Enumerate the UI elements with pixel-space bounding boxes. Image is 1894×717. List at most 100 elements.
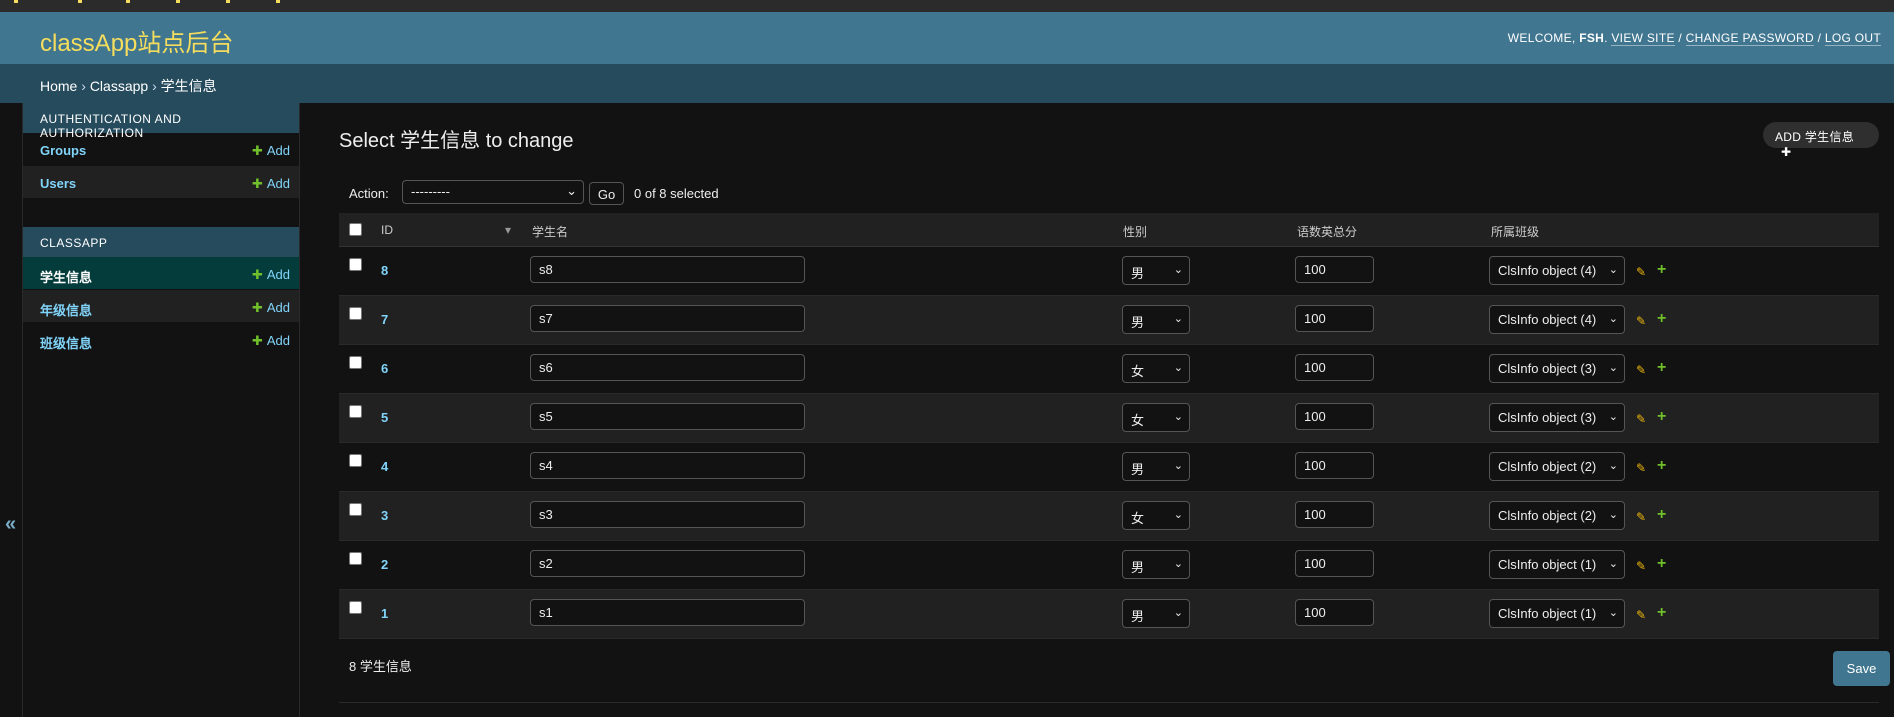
sidebar-item-grades[interactable]: 年级信息 ✚ Add bbox=[23, 290, 299, 323]
log-out-link[interactable]: LOG OUT bbox=[1824, 31, 1881, 46]
plus-icon[interactable]: + bbox=[1657, 555, 1666, 573]
class-select[interactable]: ClsInfo object (2) ⌄ bbox=[1489, 501, 1625, 530]
row-id-link[interactable]: 2 bbox=[381, 557, 388, 572]
student-name-input[interactable]: s7 bbox=[530, 305, 805, 332]
student-name-input[interactable]: s3 bbox=[530, 501, 805, 528]
plus-icon[interactable]: + bbox=[1657, 359, 1666, 377]
score-input[interactable]: 100 bbox=[1295, 550, 1374, 577]
score-input[interactable]: 100 bbox=[1295, 354, 1374, 381]
sidebar-item-students[interactable]: 学生信息 ✚ Add bbox=[23, 257, 299, 290]
sidebar-item-label[interactable]: 学生信息 bbox=[40, 267, 92, 289]
row-checkbox[interactable] bbox=[349, 307, 362, 320]
save-button[interactable]: Save bbox=[1833, 651, 1890, 686]
sidebar-item-label[interactable]: Users bbox=[40, 176, 76, 198]
dropdown-chevron-icon: ⌄ bbox=[1608, 509, 1618, 521]
score-input[interactable]: 100 bbox=[1295, 305, 1374, 332]
plus-icon[interactable]: + bbox=[1657, 408, 1666, 426]
class-select[interactable]: ClsInfo object (2) ⌄ bbox=[1489, 452, 1625, 481]
score-input[interactable]: 100 bbox=[1295, 501, 1374, 528]
row-checkbox[interactable] bbox=[349, 356, 362, 369]
class-select[interactable]: ClsInfo object (4) ⌄ bbox=[1489, 305, 1625, 334]
score-input[interactable]: 100 bbox=[1295, 599, 1374, 626]
class-select[interactable]: ClsInfo object (3) ⌄ bbox=[1489, 354, 1625, 383]
sidebar-item-users[interactable]: Users ✚ Add bbox=[23, 166, 299, 199]
plus-icon[interactable]: + bbox=[1657, 457, 1666, 475]
chevron-double-left-icon[interactable]: « bbox=[5, 513, 16, 536]
plus-icon[interactable]: + bbox=[1657, 506, 1666, 524]
row-id-link[interactable]: 4 bbox=[381, 459, 388, 474]
row-checkbox[interactable] bbox=[349, 258, 362, 271]
column-header-id[interactable]: ID bbox=[381, 223, 393, 237]
add-student-button[interactable]: ADD 学生信息✚ bbox=[1763, 122, 1879, 159]
student-name-input[interactable]: s6 bbox=[530, 354, 805, 381]
row-id-link[interactable]: 6 bbox=[381, 361, 388, 376]
add-grade-link[interactable]: ✚ Add bbox=[252, 300, 290, 322]
gender-select[interactable]: 女 ⌄ bbox=[1122, 403, 1190, 432]
pencil-icon[interactable]: ✎ bbox=[1636, 363, 1646, 377]
class-select[interactable]: ClsInfo object (1) ⌄ bbox=[1489, 599, 1625, 628]
table-row: 2 s2 男 ⌄ 100 ClsInfo object (1) ⌄ ✎ + bbox=[339, 541, 1879, 590]
add-student-link[interactable]: ✚ Add bbox=[252, 267, 290, 289]
action-select[interactable]: --------- ⌄ bbox=[402, 180, 584, 204]
breadcrumb-home[interactable]: Home bbox=[40, 78, 77, 94]
gender-select[interactable]: 男 ⌄ bbox=[1122, 550, 1190, 579]
pencil-icon[interactable]: ✎ bbox=[1636, 510, 1646, 524]
dropdown-chevron-icon: ⌄ bbox=[1608, 607, 1618, 619]
sidebar-item-label[interactable]: 年级信息 bbox=[40, 300, 92, 322]
select-all-checkbox[interactable] bbox=[349, 223, 362, 236]
breadcrumb-app[interactable]: Classapp bbox=[90, 78, 148, 94]
sort-arrow-icon[interactable]: ▾ bbox=[505, 223, 511, 237]
row-id-link[interactable]: 1 bbox=[381, 606, 388, 621]
class-select[interactable]: ClsInfo object (3) ⌄ bbox=[1489, 403, 1625, 432]
change-password-link[interactable]: CHANGE PASSWORD bbox=[1685, 31, 1814, 46]
plus-icon[interactable]: + bbox=[1657, 261, 1666, 279]
pencil-icon[interactable]: ✎ bbox=[1636, 265, 1646, 279]
row-checkbox[interactable] bbox=[349, 503, 362, 516]
pencil-icon[interactable]: ✎ bbox=[1636, 314, 1646, 328]
row-checkbox[interactable] bbox=[349, 405, 362, 418]
pencil-icon[interactable]: ✎ bbox=[1636, 412, 1646, 426]
score-input[interactable]: 100 bbox=[1295, 403, 1374, 430]
row-checkbox[interactable] bbox=[349, 552, 362, 565]
gender-select[interactable]: 男 ⌄ bbox=[1122, 599, 1190, 628]
gender-select[interactable]: 男 ⌄ bbox=[1122, 305, 1190, 334]
toggle-nav-sidebar[interactable]: « bbox=[0, 103, 23, 717]
class-select[interactable]: ClsInfo object (1) ⌄ bbox=[1489, 550, 1625, 579]
plus-icon[interactable]: + bbox=[1657, 604, 1666, 622]
module-caption-classapp[interactable]: Classapp bbox=[23, 227, 299, 257]
go-button[interactable]: Go bbox=[589, 182, 624, 205]
student-name-input[interactable]: s5 bbox=[530, 403, 805, 430]
pencil-icon[interactable]: ✎ bbox=[1636, 461, 1646, 475]
score-input[interactable]: 100 bbox=[1295, 256, 1374, 283]
user-tools: WELCOME, FSH. VIEW SITE / CHANGE PASSWOR… bbox=[1507, 31, 1881, 46]
row-checkbox[interactable] bbox=[349, 601, 362, 614]
add-users-link[interactable]: ✚ Add bbox=[252, 176, 290, 198]
plus-icon[interactable]: + bbox=[1657, 310, 1666, 328]
row-id-link[interactable]: 7 bbox=[381, 312, 388, 327]
sidebar-item-classes[interactable]: 班级信息 ✚ Add bbox=[23, 323, 299, 356]
gender-select[interactable]: 女 ⌄ bbox=[1122, 354, 1190, 383]
row-id-link[interactable]: 5 bbox=[381, 410, 388, 425]
sidebar-item-label[interactable]: 班级信息 bbox=[40, 333, 92, 355]
class-select[interactable]: ClsInfo object (4) ⌄ bbox=[1489, 256, 1625, 285]
student-name-input[interactable]: s8 bbox=[530, 256, 805, 283]
row-id-link[interactable]: 8 bbox=[381, 263, 388, 278]
student-name-input[interactable]: s1 bbox=[530, 599, 805, 626]
student-name-input[interactable]: s2 bbox=[530, 550, 805, 577]
add-class-link[interactable]: ✚ Add bbox=[252, 333, 290, 355]
gender-select[interactable]: 男 ⌄ bbox=[1122, 452, 1190, 481]
module-caption-auth[interactable]: Authentication and Authorization bbox=[23, 103, 299, 140]
table-row: 8 s8 男 ⌄ 100 ClsInfo object (4) ⌄ ✎ + bbox=[339, 247, 1879, 296]
student-name-input[interactable]: s4 bbox=[530, 452, 805, 479]
gender-select[interactable]: 女 ⌄ bbox=[1122, 501, 1190, 530]
pencil-icon[interactable]: ✎ bbox=[1636, 559, 1646, 573]
pencil-icon[interactable]: ✎ bbox=[1636, 608, 1646, 622]
view-site-link[interactable]: VIEW SITE bbox=[1611, 31, 1675, 46]
row-id-link[interactable]: 3 bbox=[381, 508, 388, 523]
gender-select[interactable]: 男 ⌄ bbox=[1122, 256, 1190, 285]
score-input[interactable]: 100 bbox=[1295, 452, 1374, 479]
row-checkbox[interactable] bbox=[349, 454, 362, 467]
sidebar-item-label[interactable]: Groups bbox=[40, 143, 86, 165]
add-groups-link[interactable]: ✚ Add bbox=[252, 143, 290, 165]
site-title[interactable]: classApp站点后台 bbox=[40, 23, 233, 58]
